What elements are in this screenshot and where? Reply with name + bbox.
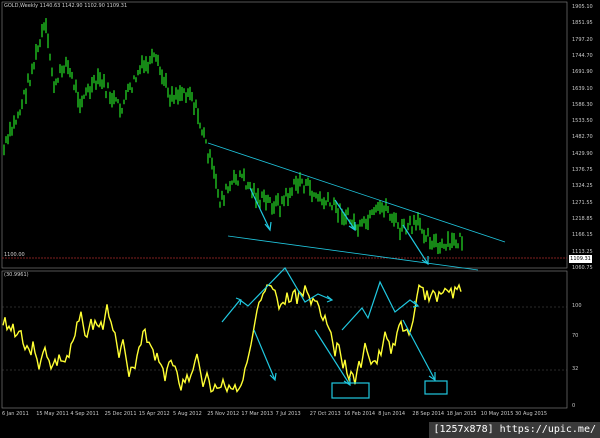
main-pane-subheader: 1100.00 — [4, 252, 25, 258]
x-tick-label: 25 Nov 2012 — [207, 411, 240, 417]
x-tick-label: 16 Feb 2014 — [344, 411, 376, 417]
x-tick-label: 17 Mar 2013 — [241, 411, 274, 417]
x-tick-label: 27 Oct 2013 — [309, 411, 341, 417]
y-tick-label: 1533.50 — [572, 118, 593, 125]
x-tick-label: 28 Sep 2014 — [412, 411, 445, 417]
indicator-tick-label: 70 — [572, 333, 579, 339]
y-tick-label: 1218.85 — [572, 215, 593, 222]
x-tick-label: 7 Jul 2013 — [275, 411, 301, 417]
y-tick-label: 1271.55 — [572, 199, 593, 206]
y-tick-label: 1324.25 — [572, 183, 593, 190]
indicator-tick-label: 32 — [572, 366, 579, 372]
indicator-tick-label: 0 — [572, 403, 576, 409]
x-tick-label: 4 Sep 2011 — [70, 411, 99, 417]
x-tick-label: 5 Aug 2012 — [173, 411, 202, 417]
x-tick-label: 25 Dec 2011 — [104, 411, 137, 417]
y-tick-label: 1060.75 — [572, 264, 593, 271]
y-tick-label: 1376.75 — [572, 167, 593, 173]
x-tick-label: 15 May 2011 — [36, 411, 69, 417]
chart-canvas[interactable] — [0, 0, 600, 438]
y-tick-label: 1639.10 — [572, 85, 593, 92]
y-tick-label: 1797.20 — [572, 36, 593, 43]
x-tick-label: 8 Jun 2014 — [378, 411, 406, 417]
y-tick-label: 1691.90 — [572, 69, 593, 76]
main-pane-header: GOLD,Weekly 1140.63 1142.90 1102.90 1109… — [4, 3, 128, 9]
y-tick-label: 1166.15 — [572, 232, 593, 239]
x-tick-label: 18 Jan 2015 — [446, 411, 477, 417]
indicator-tick-label: 100 — [572, 303, 582, 309]
x-tick-label: 10 May 2015 — [480, 411, 514, 417]
indicator-pane-header: (30.9961) — [4, 272, 29, 278]
x-tick-label: 6 Jan 2011 — [2, 411, 29, 417]
y-tick-label: 1905.10 — [572, 4, 593, 10]
y-tick-label: 1586.30 — [572, 101, 593, 108]
y-tick-label: 1744.70 — [572, 52, 593, 59]
chart-window: GOLD,Weekly 1140.63 1142.90 1102.90 1109… — [0, 0, 600, 438]
y-tick-label: 1851.95 — [572, 20, 593, 27]
y-tick-label: 1482.70 — [572, 134, 593, 141]
price-badge: 1109.31 — [569, 255, 592, 263]
y-tick-label: 1429.90 — [572, 150, 593, 157]
x-tick-label: 30 Aug 2015 — [515, 411, 548, 417]
x-tick-label: 15 Apr 2012 — [138, 411, 170, 417]
y-tick-label: 1113.25 — [572, 248, 593, 255]
watermark: [1257x878] https://upic.me/ — [429, 422, 600, 438]
